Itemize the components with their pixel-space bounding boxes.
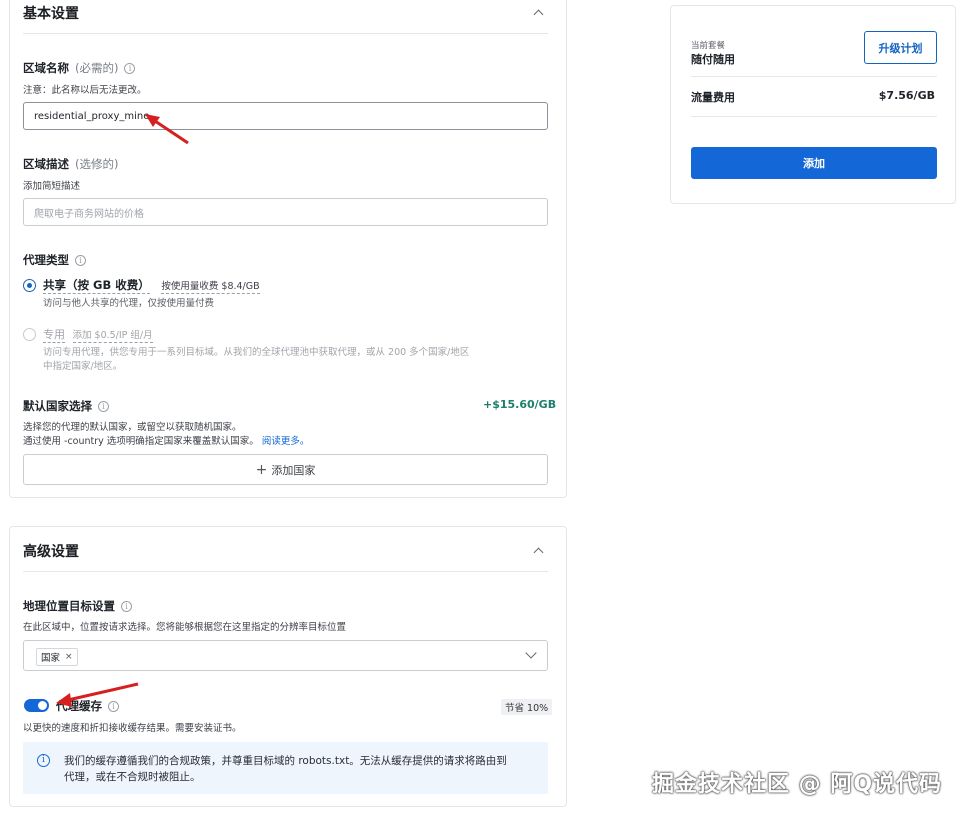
shared-title: 共享（按 GB 收费）	[43, 278, 150, 294]
shared-option[interactable]: 共享（按 GB 收费） 按使用量收费 $8.4/GB	[43, 277, 260, 294]
country-price: +$15.60/GB	[483, 398, 557, 411]
dedicated-price: 添加 $0.5/IP 组/月	[72, 330, 153, 343]
dedicated-desc-1: 访问专用代理，供您专用于一系列目标域。从我们的全球代理池中获取代理，或从 200…	[43, 347, 470, 358]
info-icon[interactable]: i	[75, 255, 86, 266]
advanced-settings-card: 高级设置 地理位置目标设置 i 在此区域中，位置按请求选择。您将能够根据您在这里指…	[9, 526, 567, 807]
info-icon[interactable]: i	[124, 63, 136, 74]
shared-price: 按使用量收费 $8.4/GB	[161, 281, 260, 294]
country-label: 默认国家选择 i	[23, 398, 109, 414]
geo-target-desc: 在此区域中，位置按请求选择。您将能够根据您在这里指定的分辨率目标位置	[23, 622, 347, 633]
info-icon[interactable]: i	[98, 401, 109, 412]
chevron-up-icon[interactable]	[533, 547, 544, 558]
proxy-cache-desc: 以更快的速度和折扣接收缓存结果。需要安装证书。	[23, 723, 242, 734]
current-plan-value: 随付随用	[691, 53, 735, 66]
basic-settings-card: 基本设置 区域名称 (必需的) i 注意：此名称以后无法更改。 residentia…	[9, 0, 567, 498]
traffic-fee-label: 流量费用	[691, 91, 735, 104]
divider	[23, 571, 548, 572]
zone-desc-placeholder: 爬取电子商务网站的价格	[34, 208, 144, 220]
country-desc-2: 通过使用 -country 选项明确指定国家来覆盖默认国家。 阅读更多。	[23, 433, 309, 447]
country-chip-label: 国家	[41, 653, 61, 664]
basic-settings-title: 基本设置	[23, 6, 79, 22]
zone-name-label: 区域名称 (必需的) i	[23, 60, 136, 76]
shared-desc: 访问与他人共享的代理，仅按使用量付费	[43, 298, 215, 309]
country-desc-2-text: 通过使用 -country 选项明确指定国家来覆盖默认国家。	[23, 436, 259, 447]
proxy-cache-toggle[interactable]	[24, 699, 49, 712]
geo-target-select[interactable]: 国家 ×	[23, 640, 548, 671]
chevron-down-icon[interactable]	[525, 647, 537, 659]
cache-notice-line-1: 我们的缓存遵循我们的合规政策，并尊重目标域的 robots.txt。无法从缓存提…	[64, 755, 507, 767]
arrow-annotation-icon	[145, 114, 189, 145]
divider	[691, 76, 937, 77]
arrow-annotation-icon	[56, 682, 139, 707]
zone-name-value: residential_proxy_mine	[34, 110, 150, 122]
zone-name-input[interactable]: residential_proxy_mine	[23, 102, 548, 130]
plan-summary-card: 当前套餐 随付随用 升级计划 流量费用 $7.56/GB 添加	[670, 5, 956, 204]
close-icon[interactable]: ×	[65, 652, 73, 662]
dedicated-desc-2: 中指定国家/地区。	[43, 361, 123, 372]
geo-target-label: 地理位置目标设置 i	[23, 598, 132, 614]
dedicated-option[interactable]: 专用 添加 $0.5/IP 组/月	[43, 326, 153, 343]
add-country-button[interactable]: + 添加国家	[23, 454, 548, 485]
cache-notice: i 我们的缓存遵循我们的合规政策，并尊重目标域的 robots.txt。无法从缓…	[23, 742, 548, 794]
upgrade-plan-button[interactable]: 升级计划	[864, 31, 937, 64]
zone-name-required-hint: (必需的)	[75, 61, 119, 75]
advanced-settings-title: 高级设置	[23, 544, 79, 560]
proxy-type-label: 代理类型 i	[23, 252, 86, 268]
geo-target-label-text: 地理位置目标设置	[23, 599, 115, 613]
country-desc-1: 选择您的代理的默认国家，或留空以获取随机国家。	[23, 422, 242, 433]
info-icon[interactable]: i	[121, 601, 132, 612]
traffic-fee-value: $7.56/GB	[878, 89, 935, 102]
divider	[691, 116, 937, 117]
add-button[interactable]: 添加	[691, 147, 937, 179]
proxy-type-label-text: 代理类型	[23, 253, 69, 267]
chevron-up-icon[interactable]	[533, 9, 544, 20]
radio-shared[interactable]	[23, 279, 36, 292]
dedicated-title: 专用	[43, 328, 65, 343]
watermark: 掘金技术社区 @ 阿Q说代码	[652, 772, 943, 797]
divider	[23, 33, 548, 34]
zone-desc-input[interactable]: 爬取电子商务网站的价格	[23, 198, 548, 226]
savings-badge: 节省 10%	[501, 699, 553, 715]
plus-icon: +	[255, 461, 268, 478]
zone-desc-label-text: 区域描述	[23, 157, 69, 171]
zone-desc-label: 区域描述 (选修的)	[23, 156, 118, 172]
zone-name-label-text: 区域名称	[23, 61, 69, 75]
read-more-link[interactable]: 阅读更多。	[262, 436, 310, 447]
current-plan-label: 当前套餐	[691, 41, 726, 51]
cache-notice-line-2: 代理，或在不合规时被阻止。	[64, 771, 201, 783]
zone-desc-note: 添加简短描述	[23, 181, 81, 192]
add-country-label: 添加国家	[271, 463, 316, 477]
zone-desc-optional-hint: (选修的)	[75, 157, 119, 171]
zone-name-note: 注意：此名称以后无法更改。	[23, 85, 147, 96]
info-icon: i	[37, 754, 50, 767]
radio-dedicated[interactable]	[23, 328, 36, 341]
country-chip: 国家 ×	[36, 648, 78, 666]
country-label-text: 默认国家选择	[23, 399, 92, 413]
